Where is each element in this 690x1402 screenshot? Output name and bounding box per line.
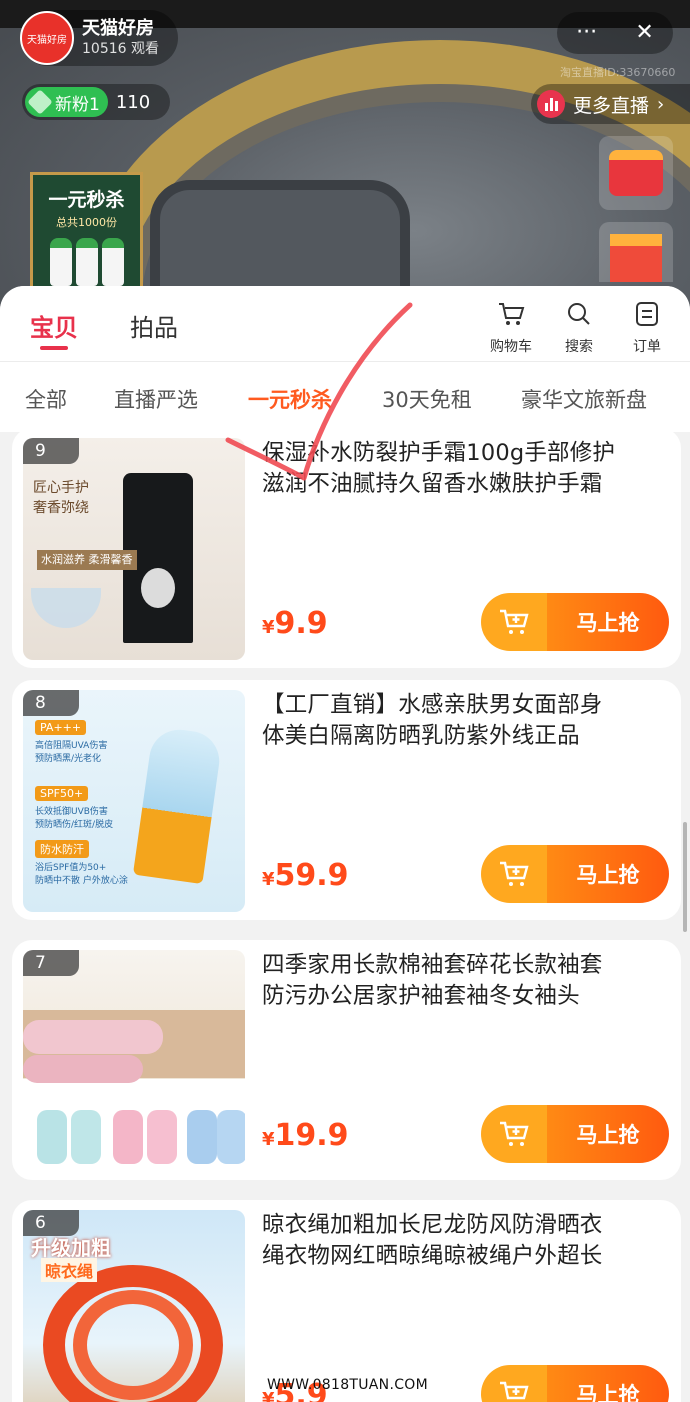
product-image[interactable]: 升级加粗 晾衣绳 bbox=[23, 1210, 245, 1402]
buy-now-button[interactable]: 马上抢 bbox=[481, 845, 669, 903]
more-icon[interactable]: ··· bbox=[576, 22, 597, 44]
add-cart-icon bbox=[481, 593, 547, 651]
add-cart-icon bbox=[481, 845, 547, 903]
thumb-badge: SPF50+ bbox=[35, 786, 89, 801]
stream-id: 淘宝直播ID:33670660 bbox=[560, 66, 676, 79]
category-live-picks[interactable]: 直播严选 bbox=[114, 384, 198, 414]
search-button[interactable]: 搜索 bbox=[549, 300, 609, 356]
viewer-count: 10516 观看 bbox=[82, 41, 159, 57]
search-icon bbox=[549, 300, 609, 328]
product-image[interactable] bbox=[23, 950, 245, 1172]
thumb-badge: 防水防汗 bbox=[35, 840, 89, 858]
site-watermark: WWW.0818TUAN.COM bbox=[267, 1377, 428, 1393]
product-image[interactable]: PA+++ 高倍阻隔UVA伤害 预防晒黑/光老化 SPF50+ 长效抵御UVB伤害… bbox=[23, 690, 245, 912]
product-price: ¥19.9 bbox=[262, 1118, 349, 1153]
category-all[interactable]: 全部 bbox=[25, 384, 67, 414]
product-card[interactable]: 升级加粗 晾衣绳 6 晾衣绳加粗加长尼龙防风防滑晒衣 绳衣物网红晒晾绳晾被绳户外… bbox=[12, 1200, 681, 1402]
sheet-header: 宝贝 拍品 购物车 搜索 订单 bbox=[0, 286, 690, 362]
scrollbar[interactable] bbox=[683, 822, 687, 932]
buy-now-button[interactable]: 马上抢 bbox=[481, 593, 669, 651]
buy-now-button[interactable]: 马上抢 bbox=[481, 1365, 669, 1402]
red-packet-icon[interactable] bbox=[599, 136, 673, 210]
live-bars-icon bbox=[537, 90, 565, 118]
new-fans-label: 新粉1 bbox=[55, 94, 100, 115]
new-fans-badge: 新粉1 bbox=[25, 87, 108, 117]
host-avatar[interactable]: 天猫好房 bbox=[20, 11, 74, 65]
buy-now-label: 马上抢 bbox=[547, 1105, 669, 1163]
live-controls: ··· ✕ bbox=[557, 12, 673, 54]
gift-box-icon[interactable] bbox=[599, 222, 673, 282]
product-title[interactable]: 晾衣绳加粗加长尼龙防风防滑晒衣 绳衣物网红晒晾绳晾被绳户外超长 bbox=[262, 1210, 670, 1272]
thumb-headline: 升级加粗 bbox=[31, 1236, 111, 1260]
rank-badge: 8 bbox=[23, 690, 79, 716]
cart-button[interactable]: 购物车 bbox=[481, 300, 541, 356]
product-card[interactable]: PA+++ 高倍阻隔UVA伤害 预防晒黑/光老化 SPF50+ 长效抵御UVB伤害… bbox=[12, 680, 681, 920]
thumb-caption: 匠心手护 奢香弥绕 bbox=[33, 480, 89, 516]
thumb-tag: 水润滋养 柔滑馨香 bbox=[37, 550, 137, 570]
product-price: ¥59.9 bbox=[262, 858, 349, 893]
rank-badge: 6 bbox=[23, 1210, 79, 1236]
order-icon bbox=[617, 300, 677, 328]
search-label: 搜索 bbox=[565, 339, 593, 355]
product-title[interactable]: 四季家用长款棉袖套碎花长款袖套 防污办公居家护袖套袖冬女袖头 bbox=[262, 950, 670, 1012]
rank-badge: 9 bbox=[23, 438, 79, 464]
more-live-label: 更多直播 bbox=[573, 94, 650, 117]
buy-now-button[interactable]: 马上抢 bbox=[481, 1105, 669, 1163]
product-price: ¥9.9 bbox=[262, 606, 328, 641]
product-title[interactable]: 保湿补水防裂护手霜100g手部修护 滋润不油腻持久留香水嫩肤护手霜 bbox=[262, 438, 670, 500]
category-luxury-tourism[interactable]: 豪华文旅新盘 bbox=[521, 384, 647, 414]
tab-products[interactable]: 宝贝 bbox=[30, 308, 78, 350]
product-card[interactable]: 7 四季家用长款棉袖套碎花长款袖套 防污办公居家护袖套袖冬女袖头 ¥19.9 马… bbox=[12, 940, 681, 1180]
chevron-right-icon: › bbox=[657, 93, 665, 115]
product-title[interactable]: 【工厂直销】水感亲肤男女面部身 体美白隔离防晒乳防紫外线正品 bbox=[262, 690, 670, 752]
fans-indicator[interactable]: 新粉1 110 bbox=[22, 84, 170, 120]
buy-now-label: 马上抢 bbox=[547, 1365, 669, 1402]
rank-badge: 7 bbox=[23, 950, 79, 976]
category-tabs: 全部 直播严选 一元秒杀 30天免租 豪华文旅新盘 bbox=[0, 362, 690, 432]
tab-auction[interactable]: 拍品 bbox=[130, 308, 178, 343]
order-button[interactable]: 订单 bbox=[617, 300, 677, 356]
product-card[interactable]: 匠心手护 奢香弥绕 水润滋养 柔滑馨香 9 保湿补水防裂护手霜100g手部修护 … bbox=[12, 428, 681, 668]
flash-sale-subtitle: 总共1000份 bbox=[56, 216, 117, 229]
flash-sale-card[interactable]: 一元秒杀 总共1000份 bbox=[30, 172, 143, 302]
add-cart-icon bbox=[481, 1105, 547, 1163]
category-flash-sale[interactable]: 一元秒杀 bbox=[248, 384, 332, 414]
buy-now-label: 马上抢 bbox=[547, 845, 669, 903]
category-free-rent[interactable]: 30天免租 bbox=[382, 384, 472, 414]
flash-sale-title: 一元秒杀 bbox=[48, 189, 125, 211]
order-label: 订单 bbox=[633, 339, 661, 355]
cart-label: 购物车 bbox=[490, 339, 532, 355]
product-image[interactable]: 匠心手护 奢香弥绕 水润滋养 柔滑馨香 bbox=[23, 438, 245, 660]
drink-bottles-image bbox=[33, 238, 140, 286]
host-name: 天猫好房 bbox=[82, 18, 154, 39]
diamond-icon bbox=[27, 89, 53, 115]
more-live-button[interactable]: 更多直播 › bbox=[531, 84, 690, 124]
close-icon[interactable]: ✕ bbox=[635, 22, 653, 44]
buy-now-label: 马上抢 bbox=[547, 593, 669, 651]
host-info[interactable]: 天猫好房 天猫好房 10516 观看 bbox=[20, 10, 178, 66]
fans-count: 110 bbox=[115, 91, 151, 113]
cart-icon bbox=[481, 300, 541, 328]
add-cart-icon bbox=[481, 1365, 547, 1402]
thumb-badge: PA+++ bbox=[35, 720, 87, 735]
thumb-subheadline: 晾衣绳 bbox=[41, 1258, 98, 1282]
